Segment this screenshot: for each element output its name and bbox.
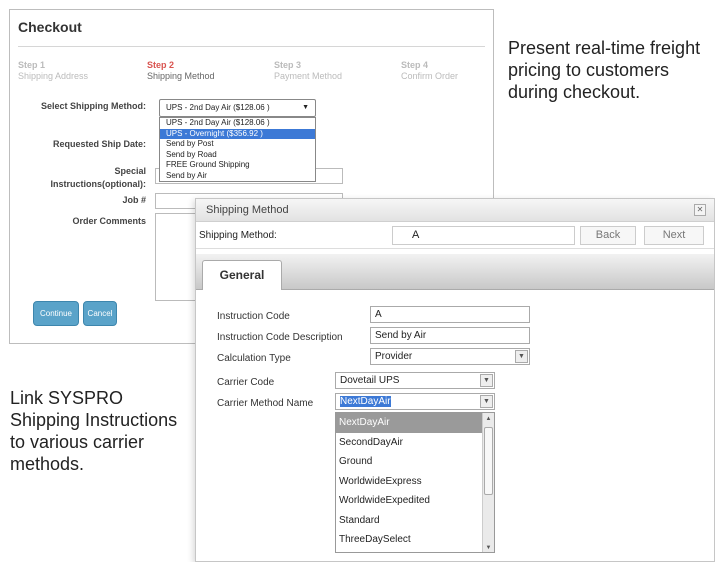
shipping-option-highlighted[interactable]: UPS - Overnight ($356.92 )	[160, 128, 315, 139]
step-confirm-order[interactable]: Step 4 Confirm Order	[401, 60, 458, 82]
chevron-down-icon[interactable]: ▼	[515, 350, 528, 363]
chevron-down-icon[interactable]: ▼	[480, 374, 493, 387]
shipping-option[interactable]: UPS - 2nd Day Air ($128.06 )	[160, 118, 315, 129]
special-label: Special	[114, 166, 146, 176]
calculation-type-select[interactable]: Provider ▼	[370, 348, 530, 365]
carrier-method-option[interactable]: WorldwideExpedited	[336, 491, 494, 511]
step-shipping-method[interactable]: Step 2 Shipping Method	[147, 60, 215, 82]
carrier-code-value: Dovetail UPS	[340, 375, 400, 386]
scroll-up-icon[interactable]: ▲	[483, 413, 494, 425]
select-shipping-label: Select Shipping Method:	[41, 101, 146, 111]
chevron-down-icon[interactable]: ▼	[480, 395, 493, 408]
instruction-description-label: Instruction Code Description	[217, 332, 343, 343]
calculation-type-label: Calculation Type	[217, 353, 291, 364]
requested-ship-date-label: Requested Ship Date:	[52, 139, 146, 149]
shipping-select-value: UPS - 2nd Day Air ($128.06 )	[166, 103, 270, 112]
step-number: Step 3	[274, 60, 302, 70]
carrier-method-label: Carrier Method Name	[217, 398, 314, 409]
instruction-description-input[interactable]: Send by Air	[370, 327, 530, 344]
shipping-method-dropdown: UPS - 2nd Day Air ($128.06 ) UPS - Overn…	[159, 117, 316, 182]
carrier-method-list: NextDayAir SecondDayAir Ground Worldwide…	[335, 412, 495, 553]
step-label: Confirm Order	[401, 71, 459, 81]
carrier-method-option[interactable]: ThreeDaySelect	[336, 530, 494, 550]
step-payment-method[interactable]: Step 3 Payment Method	[274, 60, 342, 82]
shipping-option[interactable]: Send by Air	[160, 171, 315, 182]
instruction-code-label: Instruction Code	[217, 311, 290, 322]
next-button[interactable]: Next	[644, 226, 704, 245]
carrier-method-select[interactable]: NextDayAir ▼	[335, 393, 495, 410]
scroll-thumb[interactable]	[484, 427, 493, 495]
step-label: Payment Method	[274, 71, 343, 81]
calculation-type-value: Provider	[375, 351, 413, 362]
continue-button[interactable]: Continue	[33, 301, 79, 326]
carrier-method-option[interactable]: Ground	[336, 452, 494, 472]
list-scrollbar[interactable]: ▲ ▼	[482, 413, 494, 552]
shipping-option[interactable]: Send by Road	[160, 150, 315, 161]
step-shipping-address[interactable]: Step 1 Shipping Address	[18, 60, 88, 82]
window-titlebar[interactable]: Shipping Method ✕	[196, 199, 714, 222]
instructions-label: Instructions(optional):	[50, 179, 147, 189]
shipping-method-key-field[interactable]: A	[392, 226, 575, 245]
shipping-method-window: Shipping Method ✕ Shipping Method: A Bac…	[195, 198, 715, 562]
dropdown-arrow-icon: ▼	[302, 104, 309, 111]
shipping-method-select[interactable]: UPS - 2nd Day Air ($128.06 ) ▼	[159, 99, 316, 117]
step-number: Step 1	[18, 60, 46, 70]
shipping-option[interactable]: FREE Ground Shipping	[160, 160, 315, 171]
step-number: Step 4	[401, 60, 429, 70]
carrier-code-label: Carrier Code	[217, 377, 275, 388]
back-button[interactable]: Back	[580, 226, 636, 245]
window-toolbar: Shipping Method: A Back Next	[196, 222, 714, 249]
carrier-code-select[interactable]: Dovetail UPS ▼	[335, 372, 495, 389]
shipping-method-label: Shipping Method:	[199, 230, 277, 241]
shipping-option[interactable]: Send by Post	[160, 139, 315, 150]
carrier-method-option[interactable]: Standard	[336, 511, 494, 531]
carrier-method-value: NextDayAir	[340, 396, 391, 407]
tab-general[interactable]: General	[202, 260, 282, 290]
caption-link-shipping: Link SYSPRO Shipping Instructions to var…	[10, 388, 178, 474]
step-number: Step 2	[147, 60, 175, 70]
carrier-method-option[interactable]: WorldwideExpress	[336, 472, 494, 492]
window-title: Shipping Method	[206, 204, 289, 216]
close-icon[interactable]: ✕	[694, 204, 706, 216]
step-label: Shipping Method	[147, 71, 215, 81]
scroll-down-icon[interactable]: ▼	[483, 542, 494, 552]
instruction-code-input[interactable]: A	[370, 306, 530, 323]
order-comments-label: Order Comments	[72, 216, 146, 226]
carrier-method-option[interactable]: SecondDayAir	[336, 433, 494, 453]
title-divider	[18, 46, 485, 47]
carrier-method-option[interactable]: NextDayAir	[336, 413, 494, 433]
checkout-title: Checkout	[18, 19, 82, 35]
cancel-button[interactable]: Cancel	[83, 301, 117, 326]
job-label: Job #	[122, 195, 146, 205]
tab-bar: General	[196, 254, 714, 290]
step-label: Shipping Address	[18, 71, 89, 81]
caption-freight-pricing: Present real-time freight pricing to cus…	[508, 38, 701, 102]
